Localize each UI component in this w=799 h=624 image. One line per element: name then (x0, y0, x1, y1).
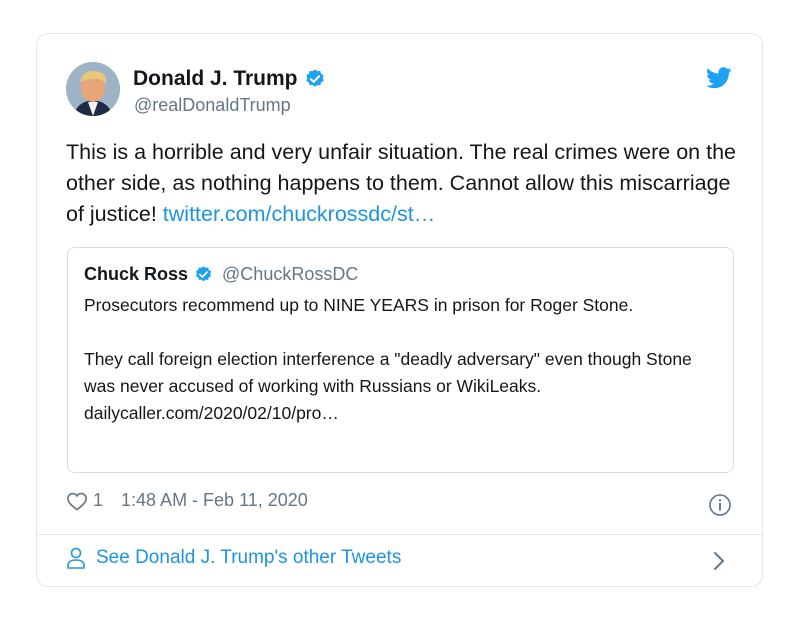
quoted-tweet-text: Prosecutors recommend up to NINE YEARS i… (84, 295, 692, 423)
twitter-bird-icon[interactable] (706, 67, 732, 89)
quoted-author-name: Chuck Ross (84, 264, 189, 284)
info-icon[interactable] (708, 493, 732, 517)
heart-icon[interactable] (66, 491, 88, 511)
author-name-row[interactable]: Donald J. Trump (133, 67, 326, 91)
quoted-tweet[interactable]: Chuck Ross @ChuckRossDC Prosecutors reco… (67, 247, 734, 473)
quoted-author-row: Chuck Ross @ChuckRossDC (84, 264, 358, 285)
tweet-meta: 1 1:48 AM - Feb 11, 2020 (66, 490, 308, 511)
verified-icon (196, 266, 212, 282)
avatar[interactable] (66, 62, 120, 116)
like-count[interactable]: 1 (93, 490, 103, 511)
author-handle[interactable]: @realDonaldTrump (134, 95, 291, 116)
see-other-tweets-link[interactable]: See Donald J. Trump's other Tweets (66, 547, 401, 569)
author-display-name[interactable]: Donald J. Trump (133, 67, 298, 91)
tweet-text: This is a horrible and very unfair situa… (66, 137, 746, 230)
divider (37, 534, 762, 535)
chevron-right-icon[interactable] (712, 551, 726, 571)
verified-icon (305, 69, 324, 87)
person-icon (67, 547, 85, 569)
tweet-link[interactable]: twitter.com/chuckrossdc/st… (163, 202, 435, 226)
embedded-tweet-card: Donald J. Trump @realDonaldTrump This is… (36, 33, 763, 587)
quoted-author-handle: @ChuckRossDC (222, 264, 359, 284)
tweet-timestamp[interactable]: 1:48 AM - Feb 11, 2020 (121, 490, 308, 511)
see-other-tweets-label[interactable]: See Donald J. Trump's other Tweets (96, 547, 401, 569)
